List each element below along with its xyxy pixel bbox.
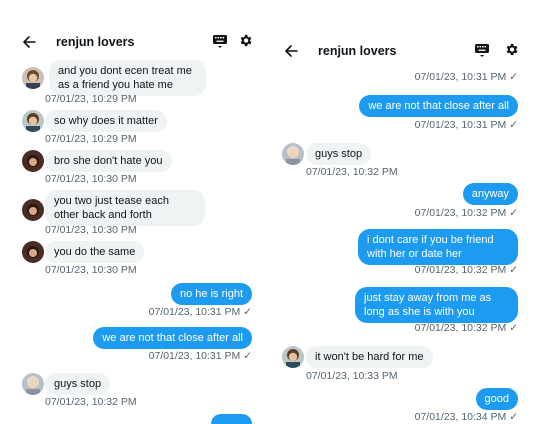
message-timestamp: 07/01/23, 10:30 PM [45, 173, 137, 185]
message-list[interactable]: 07/01/23, 10:31 PM ✓ we are not that clo… [272, 0, 540, 424]
message-timestamp: 07/01/23, 10:31 PM ✓ [414, 71, 518, 83]
avatar[interactable] [282, 143, 304, 165]
chat-panel-right: renjun lovers 07/01/23, 10:31 PM ✓ we ar… [272, 0, 540, 424]
message-bubble[interactable]: so why does it matter [45, 110, 167, 132]
chat-panel-left: renjun lovers and you dont ecen treat me… [0, 0, 266, 424]
message-bubble-outgoing[interactable]: good [475, 388, 518, 410]
message-timestamp: 07/01/23, 10:32 PM ✓ [414, 322, 518, 334]
avatar[interactable] [22, 241, 44, 263]
message-timestamp: 07/01/23, 10:31 PM ✓ [414, 119, 518, 131]
message-bubble[interactable]: bro she don't hate you [45, 150, 172, 172]
avatar[interactable] [22, 373, 44, 395]
message-bubble-outgoing[interactable]: just stay away from me as long as she is… [355, 287, 518, 323]
avatar[interactable] [22, 110, 44, 132]
avatar[interactable] [22, 67, 44, 89]
avatar[interactable] [282, 346, 304, 368]
message-timestamp: 07/01/23, 10:30 PM [45, 264, 137, 276]
message-bubble[interactable]: guys stop [45, 373, 111, 395]
message-timestamp: 07/01/23, 10:31 PM ✓ [148, 350, 252, 362]
message-timestamp: 07/01/23, 10:32 PM ✓ [414, 207, 518, 219]
message-bubble[interactable]: it won't be hard for me [306, 346, 433, 368]
message-bubble[interactable]: you do the same [45, 241, 145, 263]
message-bubble[interactable]: guys stop [306, 143, 372, 165]
message-timestamp: 07/01/23, 10:31 PM ✓ [148, 306, 252, 318]
message-bubble-outgoing[interactable] [211, 414, 252, 424]
message-timestamp: 07/01/23, 10:29 PM [45, 93, 137, 105]
message-timestamp: 07/01/23, 10:32 PM [306, 166, 398, 178]
message-bubble[interactable]: you two just tease each other back and f… [45, 190, 205, 226]
message-bubble-outgoing[interactable]: anyway [462, 183, 518, 205]
message-timestamp: 07/01/23, 10:32 PM [45, 396, 137, 408]
message-bubble[interactable]: and you dont ecen treat me as a friend y… [49, 60, 206, 96]
message-list[interactable]: and you dont ecen treat me as a friend y… [0, 0, 266, 424]
message-bubble-outgoing[interactable]: i dont care if you be friend with her or… [358, 229, 518, 265]
message-timestamp: 07/01/23, 10:33 PM [306, 370, 398, 382]
message-timestamp: 07/01/23, 10:29 PM [45, 133, 137, 145]
message-timestamp: 07/01/23, 10:32 PM ✓ [414, 264, 518, 276]
message-bubble-outgoing[interactable]: we are not that close after all [359, 95, 518, 117]
message-timestamp: 07/01/23, 10:30 PM [45, 224, 137, 236]
message-timestamp: 07/01/23, 10:34 PM ✓ [414, 411, 518, 423]
message-bubble-outgoing[interactable]: no he is right [171, 283, 252, 305]
message-bubble-outgoing[interactable]: we are not that close after all [93, 327, 252, 349]
avatar[interactable] [22, 150, 44, 172]
avatar[interactable] [22, 199, 44, 221]
